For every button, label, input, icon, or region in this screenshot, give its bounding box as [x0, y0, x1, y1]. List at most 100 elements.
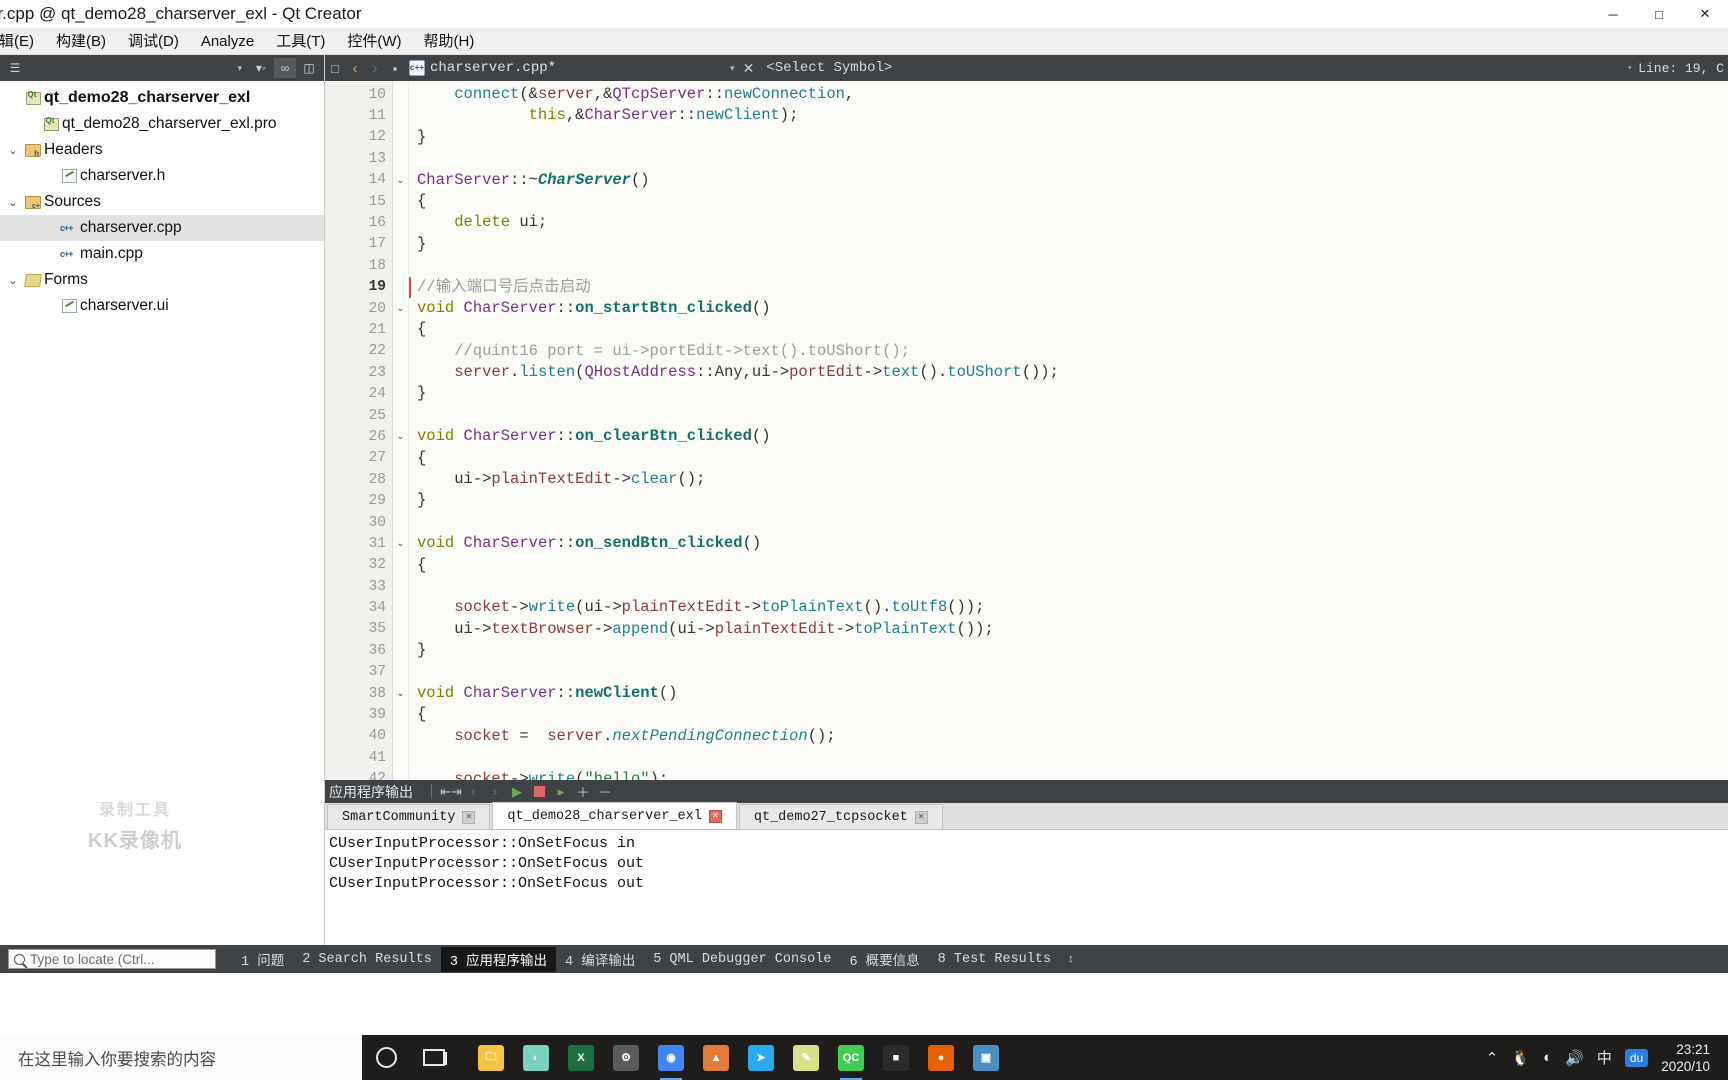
taskbar-clock[interactable]: 23:21 2020/10 [1661, 1041, 1718, 1075]
fold-toggle-icon[interactable]: ⌄ [393, 683, 408, 704]
terminal-icon[interactable]: ■ [877, 1039, 915, 1077]
code-line[interactable] [409, 747, 1728, 768]
status-button-app-output[interactable]: 3 应用程序输出 [440, 946, 557, 972]
firefox-icon[interactable]: ● [922, 1039, 960, 1077]
tree-item-charserver-cpp[interactable]: c++ charserver.cpp [0, 215, 324, 241]
chevron-down-icon[interactable]: ▾ [231, 63, 248, 74]
menu-debug[interactable]: 调试(D) [117, 28, 190, 55]
twisty-icon[interactable]: ⌄ [4, 144, 22, 157]
tree-item-charserver-ui[interactable]: charserver.ui [0, 293, 324, 319]
code-line[interactable] [409, 405, 1728, 426]
volume-icon[interactable]: 🔊 [1565, 1049, 1584, 1067]
code-line[interactable] [409, 255, 1728, 276]
output-pane-resize-handle[interactable]: ↕ [1068, 953, 1074, 964]
tree-item-forms[interactable]: ⌄ Forms [0, 267, 324, 293]
maximize-button[interactable]: □ [1636, 0, 1682, 28]
code-line[interactable]: socket->write("hello"); [409, 769, 1728, 781]
menu-edit[interactable]: 辑(E) [0, 28, 45, 55]
output-tab-qt-demo27-tcpsocket[interactable]: qt_demo27_tcpsocket ✕ [738, 804, 943, 829]
add-split-icon[interactable]: □ [325, 57, 345, 79]
close-icon[interactable]: ✕ [708, 809, 722, 823]
chrome-icon[interactable]: ◉ [652, 1039, 690, 1080]
code-line[interactable]: connect(&server,&QTcpServer::newConnecti… [409, 84, 1728, 105]
tree-item-headers[interactable]: ⌄ Headers [0, 137, 324, 163]
tree-item-project[interactable]: qt_demo28_charserver_exl [0, 85, 324, 111]
stop-icon[interactable] [528, 781, 550, 802]
navigate-forward-icon[interactable]: › [365, 57, 385, 79]
fold-toggle-icon[interactable]: ⌄ [393, 298, 408, 319]
status-button-compile-output[interactable]: 4 编译输出 [556, 947, 644, 972]
wechat-dev-icon[interactable]: ▲ [697, 1039, 735, 1077]
close-button[interactable]: ✕ [1682, 0, 1728, 28]
menu-window[interactable]: 控件(W) [336, 28, 412, 55]
code-line[interactable] [409, 576, 1728, 597]
code-line[interactable]: { [409, 319, 1728, 340]
status-button-test-results[interactable]: 8 Test Results [929, 950, 1060, 969]
fold-toggle-icon[interactable]: ⌄ [393, 170, 408, 191]
wifi-icon[interactable]: ◐ [1543, 1049, 1552, 1066]
close-icon[interactable]: ✕ [462, 810, 476, 824]
code-line[interactable]: { [409, 704, 1728, 725]
file-explorer-icon[interactable]: 🗀 [472, 1039, 510, 1077]
code-line[interactable]: ui->textBrowser->append(ui->plainTextEdi… [409, 619, 1728, 640]
tree-item-sources[interactable]: ⌄ Sources [0, 189, 324, 215]
status-button-general-messages[interactable]: 6 概要信息 [840, 947, 928, 972]
filter-icon[interactable]: ▾◦ [250, 58, 272, 78]
pin-icon[interactable]: ▪ [385, 57, 405, 79]
fold-toggle-icon[interactable]: ⌄ [393, 533, 408, 554]
code-surface[interactable]: 10 11 12 13 14 15 16 17 18 19 20 21 22 23 24 25 26 27 28 29… [325, 81, 1728, 780]
close-document-icon[interactable]: ✕ [735, 60, 763, 77]
ime-icon[interactable]: 中 [1597, 1047, 1612, 1068]
minimize-button[interactable]: ─ [1590, 0, 1636, 28]
status-button-qml-console[interactable]: 5 QML Debugger Console [644, 950, 840, 969]
code-line[interactable]: void CharServer::on_sendBtn_clicked() [409, 533, 1728, 554]
next-item-icon[interactable]: › [484, 781, 506, 802]
tree-item-charserver-h[interactable]: charserver.h [0, 163, 324, 189]
re-run-icon[interactable]: ▸ [550, 781, 572, 802]
code-line[interactable] [409, 512, 1728, 533]
status-button-issues[interactable]: 1 问题 [232, 947, 293, 972]
code-line[interactable]: //quint16 port = ui->portEdit->text().to… [409, 341, 1728, 362]
code-line[interactable]: //输入端口号后点击启动 [409, 277, 1728, 298]
output-tab-smartcommunity[interactable]: SmartCommunity ✕ [327, 804, 491, 829]
hamburger-icon[interactable]: ☰ [4, 58, 26, 78]
code-lines[interactable]: connect(&server,&QTcpServer::newConnecti… [409, 81, 1728, 780]
code-line[interactable]: socket->write(ui->plainTextEdit->toPlain… [409, 597, 1728, 618]
open-file-chip[interactable]: c++ charserver.cpp* [405, 60, 560, 76]
run-icon[interactable]: ▶ [506, 781, 528, 802]
chevron-down-icon[interactable]: ▾ [1627, 63, 1632, 73]
code-line[interactable]: delete ui; [409, 212, 1728, 233]
code-line[interactable]: CharServer::~CharServer() [409, 170, 1728, 191]
split-icon[interactable]: ◫ [298, 58, 320, 78]
code-line[interactable]: void CharServer::on_startBtn_clicked() [409, 298, 1728, 319]
close-icon[interactable]: ✕ [914, 810, 928, 824]
menu-build[interactable]: 构建(B) [45, 28, 117, 55]
status-button-search-results[interactable]: 2 Search Results [293, 950, 441, 969]
twisty-icon[interactable]: ⌄ [4, 274, 22, 287]
tree-item-main-cpp[interactable]: c++ main.cpp [0, 241, 324, 267]
prev-item-icon[interactable]: ‹ [462, 781, 484, 802]
code-line[interactable]: { [409, 555, 1728, 576]
code-line[interactable]: } [409, 640, 1728, 661]
menu-help[interactable]: 帮助(H) [413, 28, 486, 55]
fold-indicator-column[interactable]: ⌄ ⌄ ⌄ ⌄ ⌄ [393, 81, 409, 780]
menu-tools[interactable]: 工具(T) [265, 28, 336, 55]
output-tab-qt-demo28-charserver-exl[interactable]: qt_demo28_charserver_exl ✕ [492, 802, 737, 829]
code-line[interactable]: } [409, 490, 1728, 511]
cortana-icon[interactable] [362, 1035, 410, 1080]
code-line[interactable]: this,&CharServer::newClient); [409, 105, 1728, 126]
output-text-area[interactable]: CUserInputProcessor::OnSetFocus in CUser… [325, 830, 1728, 945]
baidu-icon[interactable]: du [1624, 1048, 1649, 1067]
code-line[interactable]: ui->plainTextEdit->clear(); [409, 469, 1728, 490]
code-line[interactable] [409, 662, 1728, 683]
chevron-up-icon[interactable]: ⌃ [1486, 1049, 1499, 1067]
qt-creator-icon[interactable]: QC [832, 1039, 870, 1080]
code-line[interactable]: } [409, 383, 1728, 404]
line-column-indicator[interactable]: ▾ Line: 19, C [1627, 61, 1728, 76]
taskbar-search-input[interactable]: 在这里输入你要搜索的内容 [0, 1035, 362, 1080]
telegram-icon[interactable]: ➤ [742, 1039, 780, 1077]
excel-icon[interactable]: X [562, 1039, 600, 1077]
vm-icon[interactable]: ▣ [967, 1039, 1005, 1077]
navigate-back-icon[interactable]: ‹ [345, 57, 365, 79]
zoom-in-icon[interactable]: ＋ [572, 781, 594, 802]
